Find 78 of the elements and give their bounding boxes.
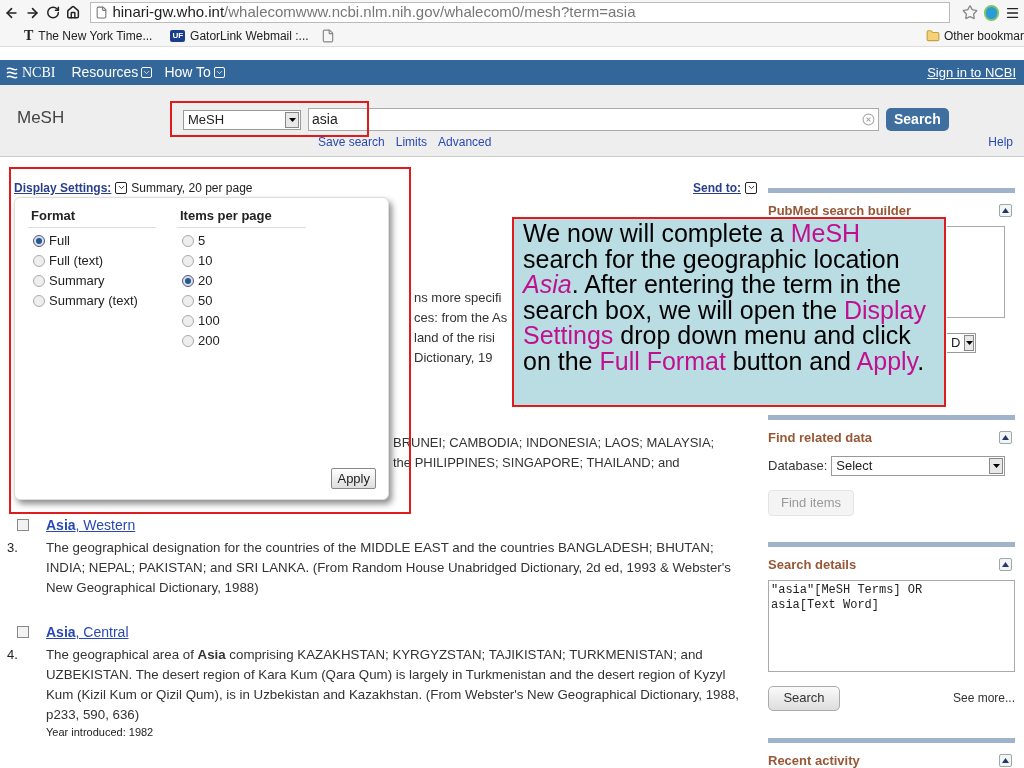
result-description: The geographical area of Asia comprising KAZAKHSTAN; KYRGYZSTAN; TAJIKISTAN; TURKMENISTAN; and UZBEKISTAN. The desert region of Kara Kum (Qara Qum) is largely in Turkmenistan and the desert region of Kyzyl Kum (Kizil Kum or Qizil Qum), is in Uzbekistan and Kazakhstan. (From Webster's New Geographical Dictionary, 1988, p233, 590, 636) [46,646,740,724]
sign-in-link[interactable]: Sign in to NCBI [927,62,1016,83]
section-heading: PubMed search builder [768,202,912,220]
search-builder-field[interactable] [947,225,1005,318]
other-bookmarks[interactable]: Other bookmar [943,26,1024,45]
search-button[interactable]: Search [886,108,949,131]
items-option-label[interactable]: 20 [198,270,213,291]
search-link[interactable]: Save search [318,133,385,151]
radio-button[interactable] [182,274,194,287]
format-option-label[interactable]: Summary [49,270,105,291]
items-option-label[interactable]: 50 [198,290,213,311]
see-more-link[interactable]: See more... [952,689,1015,707]
result-title-link[interactable]: Asia, Central [46,624,129,640]
section-heading: Find related data [768,429,873,447]
radio-button[interactable] [182,254,194,267]
section-heading: Search details [768,556,857,574]
database-label: Database: [768,456,828,475]
callout-text: We now will complete a MeSH search for the geographic location Asia. After entering the term in the search box, we will open the Display Settings drop down menu and click on the Full Format button and Apply. [523,221,927,374]
radio-button[interactable] [182,294,194,307]
reload-icon[interactable] [46,5,61,20]
display-settings-link[interactable]: Display Settings: [14,179,112,197]
radio-button[interactable] [182,334,194,347]
radio-button[interactable] [33,294,45,307]
format-heading: Format [28,206,156,228]
search-link[interactable]: Limits [395,133,428,151]
collapse-icon[interactable] [999,558,1012,572]
result-checkbox[interactable] [17,519,29,531]
result-checkbox[interactable] [17,626,29,638]
collapse-icon[interactable] [999,754,1012,768]
items-option-label[interactable]: 10 [198,250,213,271]
items-option-label[interactable]: 100 [198,310,220,331]
send-to-link[interactable]: Send to: [693,179,741,197]
items-per-page-heading: Items per page [177,206,306,228]
page-icon [95,6,109,19]
field-select[interactable]: D [947,332,976,353]
radio-button[interactable] [33,274,45,287]
description-text: ces: from the As [414,309,508,327]
result-title-link[interactable]: Asia, Western [46,517,136,533]
search-field[interactable]: asia [308,108,879,131]
bookmark[interactable]: T The New York Time... [24,25,153,46]
format-option-label[interactable]: Full (text) [49,250,104,271]
search-button[interactable]: Search [768,685,840,711]
page-icon[interactable] [320,28,335,43]
menu-item[interactable]: How To [164,62,211,83]
address-bar[interactable]: hinari-gw.who.int/whalecomwww.ncbi.nlm.nih.gov/whalecom0/mesh?term=asia [90,2,950,23]
result-number: 3. [7,539,18,557]
extension-icon[interactable] [983,4,999,21]
ncbi-logo[interactable]: NCBI [5,62,56,83]
display-summary: Summary, 20 per page [131,180,253,197]
description-text: ns more specifi [414,289,502,307]
dropdown-icon[interactable] [115,181,128,194]
radio-button[interactable] [182,314,194,327]
radio-button[interactable] [33,254,45,267]
items-option-label[interactable]: 200 [198,330,220,351]
page-title: MeSH [17,107,66,129]
dropdown-icon[interactable] [745,181,757,194]
help-link[interactable]: Help [988,133,1013,151]
star-icon[interactable] [961,4,978,21]
section-heading: Recent activity [768,752,860,768]
collapse-icon[interactable] [999,431,1012,445]
result-number: 4. [7,646,18,664]
format-option-label[interactable]: Summary (text) [49,290,138,311]
radio-button[interactable] [182,234,194,247]
menu-item[interactable]: Resources [71,62,139,83]
search-details-field[interactable]: "asia"[MeSH Terms] OR asia[Text Word] [768,579,1015,672]
search-link[interactable]: Advanced [438,133,492,151]
format-option-label[interactable]: Full [49,230,70,251]
home-icon[interactable] [66,5,81,20]
description-text: Dictionary, 19 [414,349,493,367]
year-introduced: Year introduced: 1982 [46,725,154,739]
items-option-label[interactable]: 5 [198,230,206,251]
result-description: The geographical designation for the countries of the MIDDLE EAST and the countries BANGLADESH; BHUTAN; INDIA; NEPAL; PAKISTAN; and SRI LANKA. (From Random House Unabridged Dictionary, 2d ed, 1993 & Webster's New Geographical Dictionary, 1988) [46,539,732,597]
apply-button[interactable]: Apply [331,468,376,489]
description-text: land of the risi [414,329,495,347]
bookmark[interactable]: UF GatorLink Webmail :... [170,26,309,45]
database-select[interactable]: MeSH [183,110,301,130]
collapse-icon[interactable] [999,204,1012,218]
radio-button[interactable] [33,234,45,247]
